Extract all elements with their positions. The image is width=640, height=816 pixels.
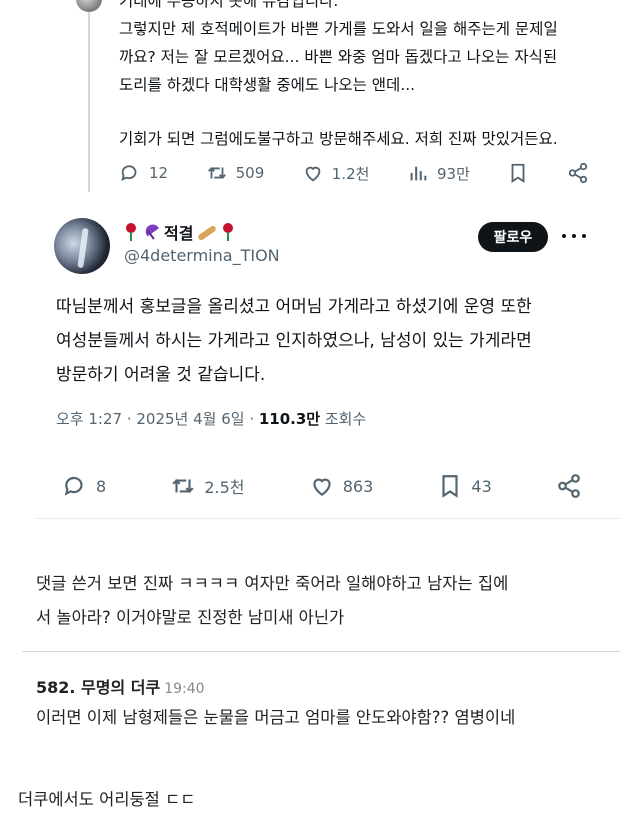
rose-icon (221, 223, 235, 241)
like-button[interactable]: 863 (309, 473, 374, 499)
bookmark-button[interactable] (507, 162, 529, 184)
reply-tweet-text: 기대에 부응하지 못해 유감입니다. 그렇지만 제 호적메이트가 바쁜 가게를 … (119, 0, 619, 153)
retweet-count: 509 (235, 164, 265, 182)
comment-header: 582. 무명의 더쿠 19:40 (36, 674, 205, 698)
reply-text-line: 그렇지만 제 호적메이트가 바쁜 가게를 도와서 일을 해주는게 문제일 (119, 20, 558, 38)
post-caption: 더쿠에서도 어리둥절 ㄷㄷ (18, 790, 196, 809)
heart-icon (313, 478, 331, 496)
reply-text-line: 도리를 하겠다 대학생활 중에도 나오는 앤데... (119, 76, 416, 94)
tweet-meta: 오후 1:27 · 2025년 4월 6일 · 110.3만 조회수 (56, 408, 366, 429)
comment-line: 서 놀아라? 이거야말로 진정한 남미새 아닌가 (36, 608, 345, 627)
tweet-action-bar: 8 2.5천 863 43 (62, 473, 582, 499)
author-avatar[interactable] (54, 218, 110, 274)
tweet-text-line: 여성분들께서 하시는 가게라고 인지하였으나, 남성이 있는 가게라면 (56, 331, 532, 351)
retweet-button[interactable]: 509 (206, 162, 265, 184)
reply-text-line: 까요? 저는 잘 모르겠어요... 바쁜 와중 엄마 돕겠다고 나오는 자식된 (119, 48, 558, 66)
bookmark-button[interactable]: 43 (437, 473, 492, 499)
comment-time: 19:40 (164, 681, 205, 697)
tweet-text-line: 따님분께서 홍보글을 올리셨고 어머님 가게라고 하셨기에 운영 또한 (56, 297, 532, 317)
retweet-count: 2.5천 (204, 478, 245, 497)
more-options-icon[interactable] (562, 226, 586, 246)
author-name-row[interactable]: 적결 (124, 220, 235, 244)
reply-icon (121, 165, 137, 182)
reply-icon (64, 476, 83, 496)
tweet-timestamp[interactable]: 오후 1:27 · 2025년 4월 6일 · (56, 410, 259, 428)
reply-text-line: 기회가 되면 그럼에도불구하고 방문해주세요. 저희 진짜 맛있거든요. (119, 130, 558, 148)
share-button[interactable] (556, 473, 582, 499)
bookmark-icon (511, 163, 525, 183)
share-button[interactable] (567, 162, 589, 184)
bookmark-count: 43 (471, 476, 492, 496)
reply-button[interactable]: 8 (62, 473, 106, 499)
tweet-text-line: 방문하기 어려울 것 같습니다. (56, 365, 266, 385)
views-button[interactable]: 93만 (407, 162, 470, 184)
author-handle[interactable]: @4determina_TION (124, 246, 280, 265)
umbrella-icon (142, 223, 160, 241)
share-icon (568, 162, 588, 184)
comment-text: 이러면 이제 남형제들은 눈물을 머금고 엄마를 안도와야함?? 염병이네 (36, 708, 516, 727)
comment-text: 댓글 쓴거 보면 진짜 ㅋㅋㅋㅋ 여자만 죽어라 일해야하고 남자는 집에 서 … (36, 567, 616, 635)
author-display-name: 적결 (164, 224, 194, 243)
comment-line: 댓글 쓴거 보면 진짜 ㅋㅋㅋㅋ 여자만 죽어라 일해야하고 남자는 집에 (36, 574, 509, 593)
thread-line (88, 0, 90, 192)
tweet-views-label: 조회수 (320, 410, 367, 428)
retweet-icon (207, 167, 226, 179)
like-button[interactable]: 1.2천 (302, 162, 370, 184)
reply-count: 8 (96, 476, 107, 496)
views-icon (410, 166, 427, 181)
rose-icon (124, 223, 138, 241)
retweet-button[interactable]: 2.5천 (170, 473, 245, 499)
share-icon (558, 474, 580, 498)
comment-divider (22, 651, 620, 652)
views-count: 93만 (436, 164, 470, 183)
heart-icon (305, 166, 321, 182)
bookmark-icon (442, 475, 459, 498)
like-count: 863 (342, 476, 374, 496)
reply-avatar[interactable] (76, 0, 102, 12)
reply-count: 12 (149, 164, 169, 182)
follow-button[interactable]: 팔로우 (478, 222, 548, 252)
reply-button[interactable]: 12 (119, 162, 168, 184)
baguette-icon (197, 224, 217, 240)
tweet-views-count: 110.3만 (258, 410, 321, 428)
comment-author[interactable]: 582. 무명의 더쿠 (36, 678, 160, 697)
like-count: 1.2천 (331, 164, 370, 183)
section-divider (36, 518, 620, 519)
tweet-text: 따님분께서 홍보글을 올리셨고 어머님 가게라고 하셨기에 운영 또한 여성분들… (56, 290, 616, 392)
reply-text-line: 기대에 부응하지 못해 유감입니다. (119, 0, 339, 10)
reply-action-bar: 12 509 1.2천 93만 (119, 162, 589, 184)
retweet-icon (172, 479, 194, 493)
